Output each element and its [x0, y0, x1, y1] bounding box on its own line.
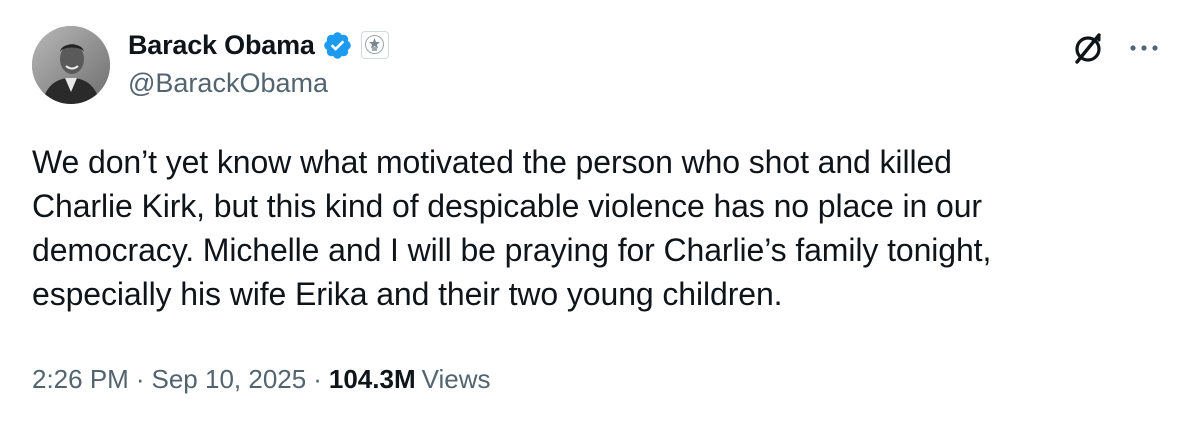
tweet-time[interactable]: 2:26 PM [32, 364, 129, 395]
tweet-text-line: especially his wife Erika and their two … [32, 276, 783, 312]
views-count[interactable]: 104.3M [329, 364, 416, 395]
avatar-photo [32, 26, 110, 104]
tweet-date[interactable]: Sep 10, 2025 [152, 364, 307, 395]
meta-separator: · [135, 364, 145, 394]
author-handle[interactable]: @BarackObama [128, 68, 328, 99]
seal-graphic [364, 35, 384, 54]
verified-badge-icon[interactable] [322, 30, 353, 61]
grok-icon [1075, 33, 1101, 64]
more-options-icon [1130, 45, 1158, 51]
tweet-text: We don’t yet know what motivated the per… [32, 140, 1152, 316]
tweet-meta: 2:26 PM · Sep 10, 2025 · 104.3M Views [32, 364, 491, 395]
grok-button[interactable] [1066, 26, 1110, 70]
author-display-name[interactable]: Barack Obama [128, 30, 315, 61]
tweet-text-line: Charlie Kirk, but this kind of despicabl… [32, 188, 982, 224]
more-options-button[interactable] [1124, 30, 1164, 66]
views-label[interactable]: Views [422, 364, 491, 395]
tweet-text-line: democracy. Michelle and I will be prayin… [32, 232, 992, 268]
government-seal-icon[interactable] [360, 31, 389, 59]
meta-separator: · [313, 364, 322, 394]
tweet: Barack Obama @BarackObama We don’t yet k… [0, 0, 1182, 422]
avatar[interactable] [32, 26, 110, 104]
tweet-text-line: We don’t yet know what motivated the per… [32, 144, 952, 180]
author-name-row: Barack Obama [128, 26, 389, 64]
